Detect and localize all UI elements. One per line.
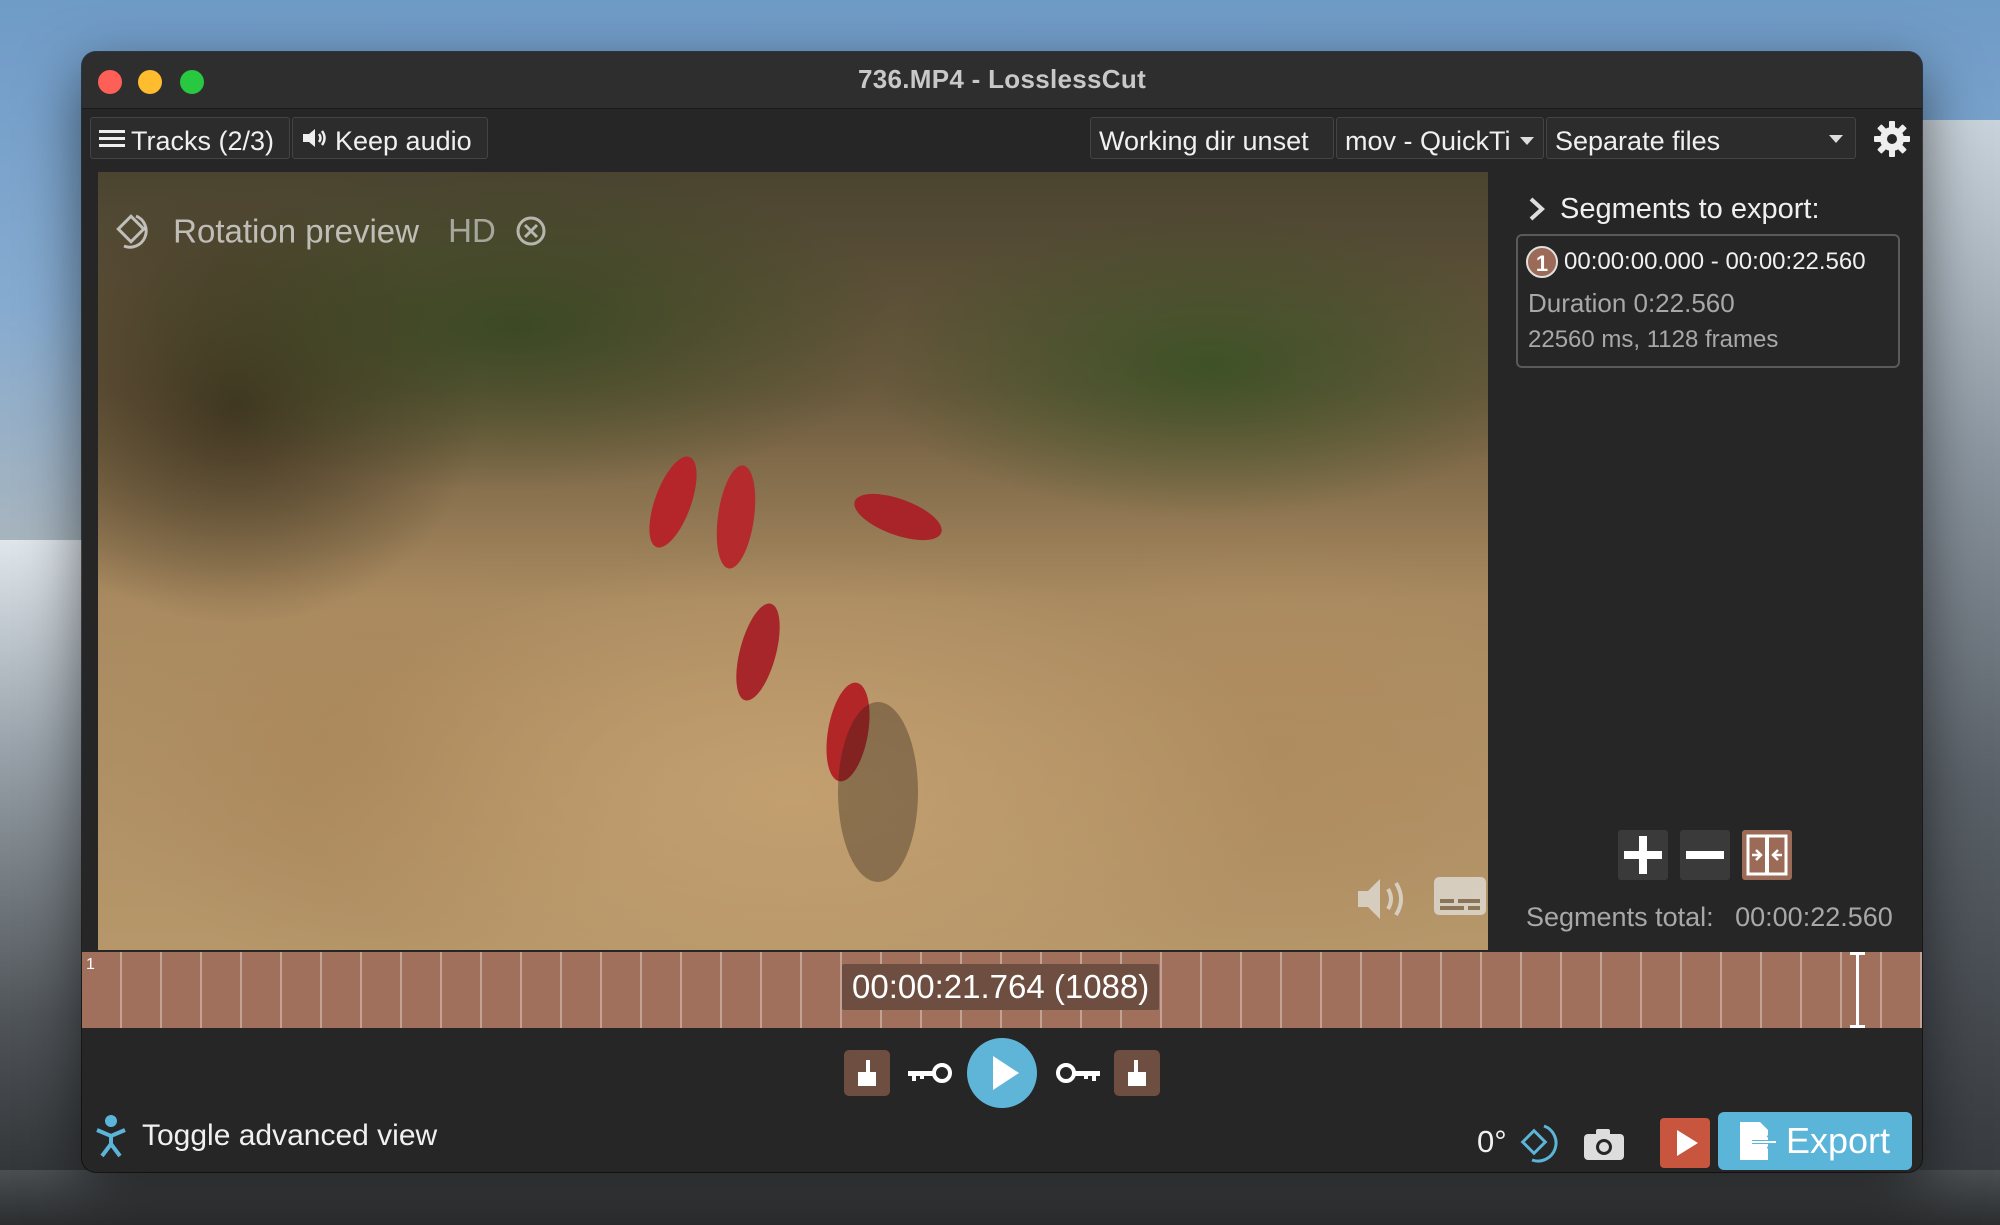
chevron-right-icon — [1529, 197, 1545, 221]
export-file-icon — [1740, 1122, 1778, 1160]
remove-segment-button[interactable] — [1680, 830, 1730, 880]
export-label: Export — [1786, 1120, 1891, 1161]
rotate-icon — [1520, 1124, 1558, 1163]
video-preview[interactable]: Rotation preview HD — [98, 172, 1488, 950]
keep-audio-button[interactable]: Keep audio — [292, 117, 488, 159]
format-select[interactable]: mov - QuickTi — [1336, 117, 1544, 159]
play-icon — [993, 1056, 1019, 1090]
segment-marker: 1 — [86, 956, 95, 973]
play-button[interactable] — [967, 1038, 1037, 1108]
segments-sidebar: Segments to export: 1 00:00:00.000 - 00:… — [1506, 172, 1922, 950]
title-bar: 736.MP4 - LosslessCut — [82, 52, 1922, 109]
baby-icon — [96, 1115, 126, 1158]
close-circle-icon[interactable] — [515, 215, 547, 247]
segment-number-badge: 1 — [1526, 246, 1558, 278]
bottom-controls: Toggle advanced view 0° Export — [82, 1028, 1922, 1172]
split-segment-button[interactable] — [1742, 830, 1792, 880]
playhead-cursor[interactable] — [1850, 952, 1865, 1028]
jump-cut-end-button[interactable] — [1054, 1058, 1102, 1093]
tracks-button[interactable]: Tracks (2/3) — [90, 117, 290, 159]
working-dir-label: Working dir unset — [1099, 125, 1309, 156]
toggle-advanced-view-label: Toggle advanced view — [142, 1119, 438, 1152]
output-mode-select[interactable]: Separate files — [1546, 117, 1856, 159]
speaker-icon — [301, 120, 329, 158]
hand-pointer-icon — [1114, 1050, 1160, 1096]
jump-cut-start-button[interactable] — [906, 1058, 954, 1093]
top-toolbar: Tracks (2/3) Keep audio Working dir unse… — [82, 109, 1922, 169]
segments-header[interactable]: Segments to export: — [1526, 192, 1820, 226]
chevron-down-icon — [1829, 135, 1843, 143]
subtitles-icon[interactable] — [1432, 875, 1488, 922]
output-mode-label: Separate files — [1555, 125, 1721, 156]
rotation-preview-label: Rotation preview — [173, 212, 419, 250]
segments-total-value: 00:00:22.560 — [1735, 902, 1893, 932]
set-cut-end-button[interactable] — [1114, 1050, 1160, 1101]
key-right-icon — [1056, 1063, 1100, 1083]
segments-total: Segments total: 00:00:22.560 — [1526, 902, 1893, 933]
split-icon — [1742, 830, 1792, 880]
toggle-advanced-view-button[interactable]: Toggle advanced view — [94, 1114, 437, 1158]
segment-duration: Duration 0:22.560 — [1528, 288, 1735, 318]
plus-icon — [1618, 830, 1668, 880]
hd-label: HD — [448, 212, 496, 250]
working-dir-button[interactable]: Working dir unset — [1090, 117, 1334, 159]
rotation-value: 0° — [1477, 1124, 1507, 1159]
preview-render-button[interactable] — [1660, 1118, 1710, 1168]
play-icon — [1677, 1130, 1698, 1156]
segment-time-range: 00:00:00.000 - 00:00:22.560 — [1564, 248, 1866, 275]
segment-details: 22560 ms, 1128 frames — [1528, 326, 1779, 353]
parrots-image — [649, 456, 942, 882]
set-cut-start-button[interactable] — [844, 1050, 890, 1101]
rotate-icon — [116, 214, 148, 249]
segment-buttons — [1618, 830, 1804, 880]
current-time-display: 00:00:21.764 (1088) — [842, 964, 1160, 1010]
app-window: 736.MP4 - LosslessCut Tracks (2/3) Keep … — [82, 52, 1922, 1172]
key-left-icon — [908, 1063, 952, 1083]
export-button[interactable]: Export — [1718, 1112, 1912, 1170]
window-title: 736.MP4 - LosslessCut — [857, 64, 1147, 94]
segment-item[interactable]: 1 00:00:00.000 - 00:00:22.560 Duration 0… — [1516, 234, 1900, 368]
chevron-down-icon — [1520, 136, 1535, 145]
settings-gear-icon[interactable] — [1872, 119, 1912, 159]
screenshot-button[interactable] — [1582, 1126, 1626, 1167]
add-segment-button[interactable] — [1618, 830, 1668, 880]
segments-header-label: Segments to export: — [1560, 192, 1820, 225]
list-icon — [99, 120, 125, 158]
desktop-ground — [0, 1170, 2000, 1225]
segments-total-label: Segments total: — [1526, 902, 1714, 932]
timeline[interactable]: 1 00:00:21.764 (1088) — [82, 952, 1922, 1028]
hand-pointer-icon — [844, 1050, 890, 1096]
camera-icon — [1584, 1129, 1624, 1160]
desktop-mountain-right — [1920, 120, 2000, 1225]
minus-icon — [1680, 830, 1730, 880]
keep-audio-label: Keep audio — [335, 125, 472, 156]
rotate-button[interactable] — [1518, 1120, 1564, 1171]
tracks-label: Tracks (2/3) — [131, 125, 275, 156]
format-label: mov - QuickTi — [1345, 125, 1511, 156]
rotation-preview-overlay: Rotation preview HD — [114, 210, 547, 252]
volume-icon[interactable] — [1354, 873, 1418, 930]
